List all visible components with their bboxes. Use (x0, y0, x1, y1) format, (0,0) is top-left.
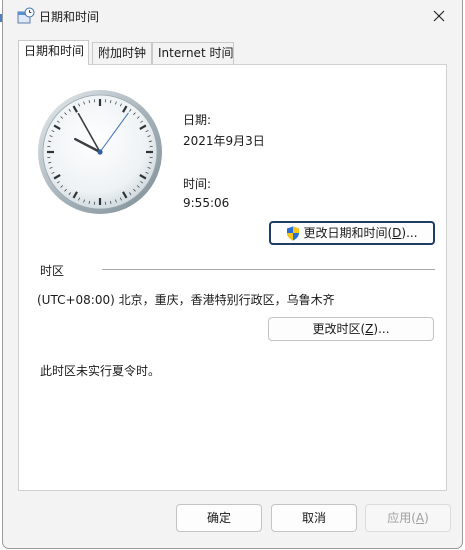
apply-suffix: ) (424, 511, 429, 525)
tab-panel: 日期: 2021年9月3日 时间: 9:55:06 更改日期和时间(D)... … (18, 64, 447, 491)
title-bar: 日期和时间 (3, 0, 462, 32)
tab-date-time[interactable]: 日期和时间 (18, 40, 89, 65)
tab-internet-time[interactable]: Internet 时间 (152, 42, 234, 64)
close-button[interactable] (416, 0, 462, 32)
window-title: 日期和时间 (39, 10, 100, 24)
change-date-time-button[interactable]: 更改日期和时间(D)... (269, 221, 435, 245)
timezone-value: (UTC+08:00) 北京，重庆，香港特别行政区，乌鲁木齐 (37, 293, 335, 307)
timezone-section-label: 时区 (40, 264, 65, 278)
timezone-separator (102, 269, 435, 270)
apply-label: 应用( (387, 511, 416, 525)
date-time-control-panel-icon (17, 7, 35, 25)
date-time-dialog: 日期和时间 日期和时间 附加时钟 Internet 时间 日期: 2021年9月… (2, 0, 463, 549)
apply-accel: A (415, 511, 425, 525)
change-timezone-label: 更改时区( (312, 322, 366, 336)
change-date-time-suffix: )... (401, 226, 418, 240)
date-label: 日期: (183, 113, 212, 127)
dst-note: 此时区未实行夏令时。 (40, 364, 161, 378)
analog-clock (35, 87, 165, 217)
time-value: 9:55:06 (183, 196, 230, 210)
cancel-button[interactable]: 取消 (271, 504, 357, 532)
time-label: 时间: (183, 177, 212, 191)
apply-button[interactable]: 应用(A) (365, 504, 451, 532)
close-icon (433, 10, 445, 22)
uac-shield-icon (287, 226, 300, 240)
tab-additional-clocks[interactable]: 附加时钟 (92, 42, 152, 64)
change-timezone-suffix: )... (373, 322, 390, 336)
date-value: 2021年9月3日 (183, 134, 265, 148)
change-timezone-button[interactable]: 更改时区(Z)... (268, 317, 434, 341)
ok-button[interactable]: 确定 (176, 504, 262, 532)
change-date-time-label: 更改日期和时间( (303, 226, 393, 240)
